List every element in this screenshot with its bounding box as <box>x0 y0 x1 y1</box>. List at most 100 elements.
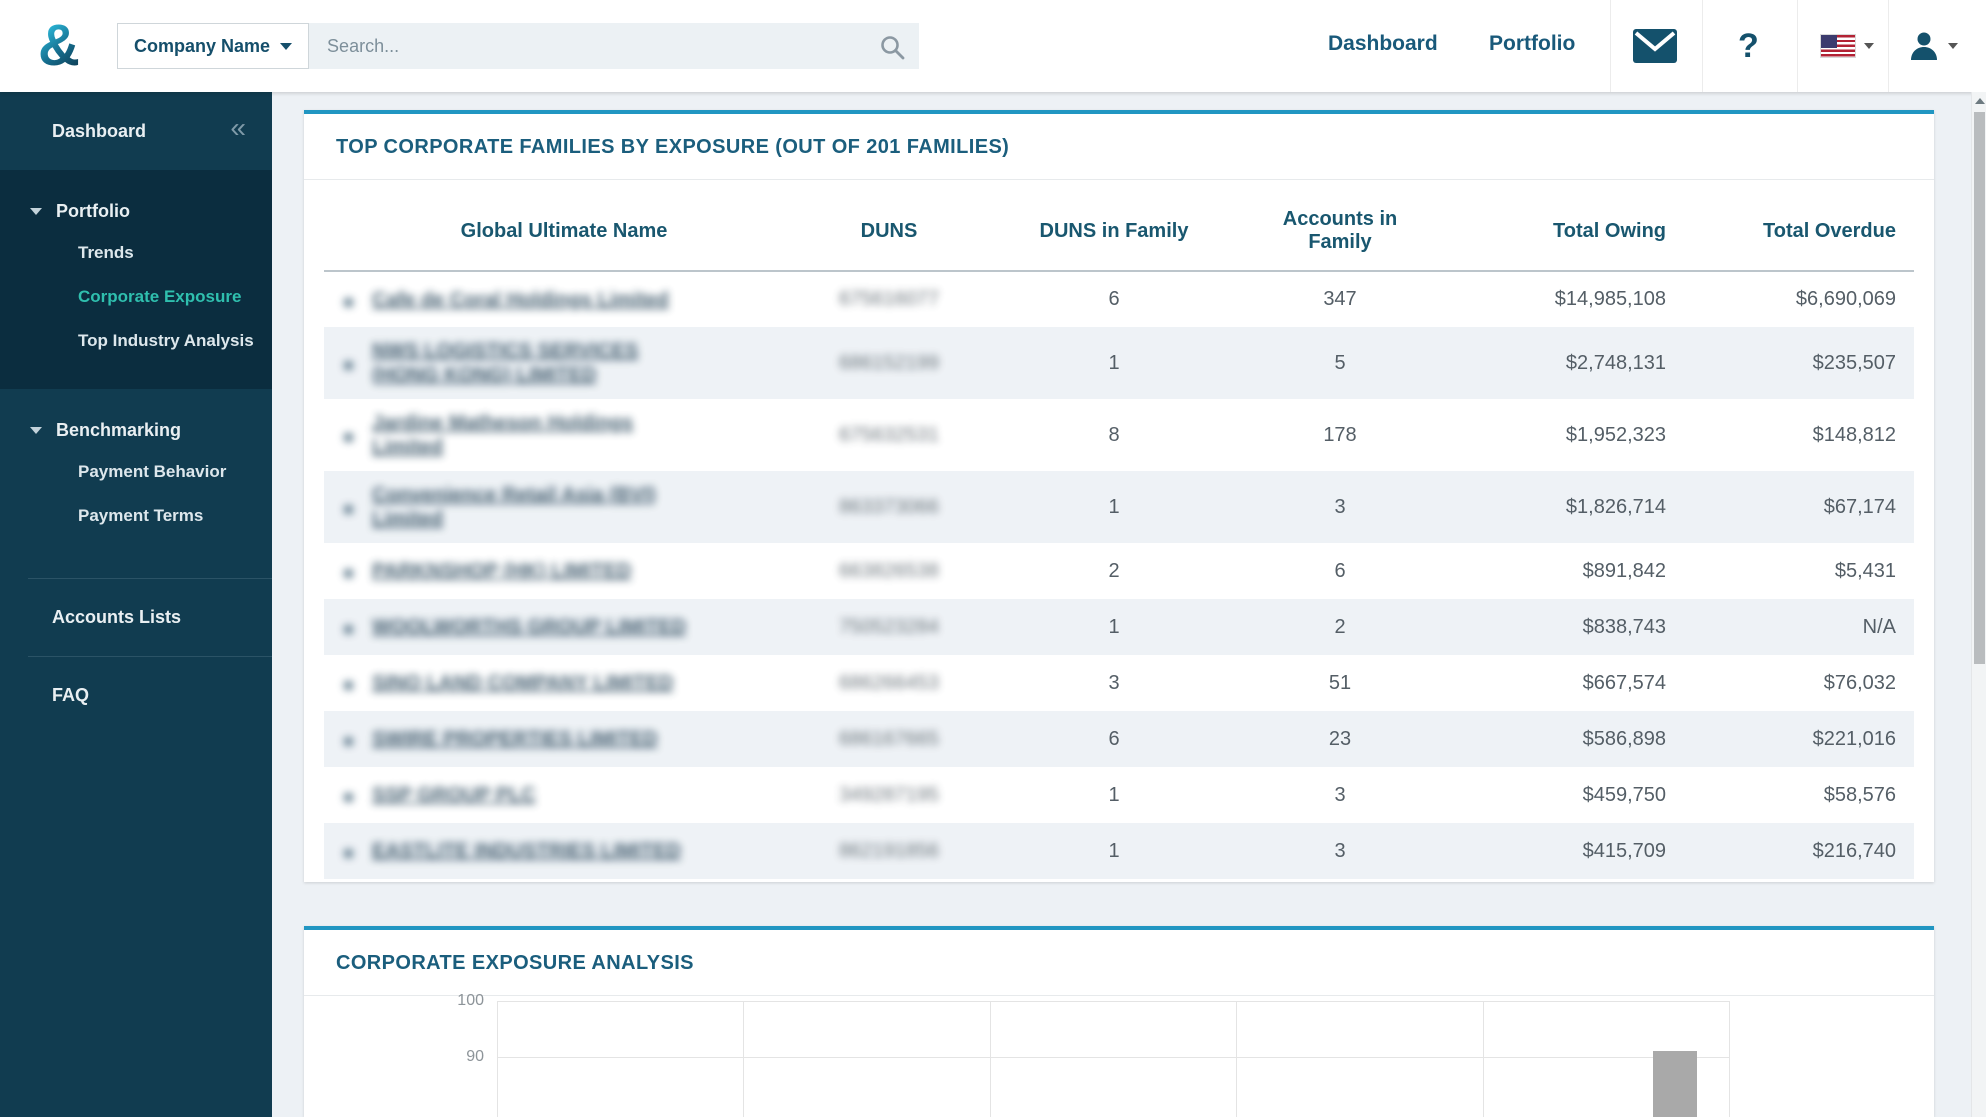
accounts-in-family-value: 347 <box>1323 288 1357 310</box>
brand-ampersand-logo[interactable]: & <box>26 8 92 84</box>
scroll-up-arrow[interactable] <box>1972 92 1986 110</box>
duns-value: 686266453 <box>838 671 940 694</box>
scrollbar-thumb[interactable] <box>1974 112 1985 664</box>
expand-row-icon[interactable] <box>344 297 353 307</box>
topnav-portfolio-link[interactable]: Portfolio <box>1489 32 1575 56</box>
vertical-scrollbar[interactable] <box>1971 92 1986 1117</box>
total-owing-value: $891,842 <box>1582 559 1666 582</box>
sidebar-item-faq[interactable]: FAQ <box>0 671 272 720</box>
topnav-dashboard-link[interactable]: Dashboard <box>1328 32 1438 56</box>
col-total-overdue[interactable]: Total Overdue <box>1666 180 1914 272</box>
sidebar-item-portfolio[interactable]: Portfolio <box>0 192 272 231</box>
table-row: Cafe de Coral Holdings Limited 675616077 6… <box>324 271 1914 327</box>
total-owing-value: $459,750 <box>1582 783 1666 806</box>
sidebar-item-dashboard[interactable]: Dashboard « <box>0 92 272 170</box>
duns-in-family-value: 1 <box>1108 351 1120 374</box>
duns-in-family-value: 1 <box>1108 839 1120 862</box>
col-duns-in-family[interactable]: DUNS in Family <box>974 180 1254 272</box>
expand-row-icon[interactable] <box>344 433 353 442</box>
company-name-link[interactable]: Jardine Matheson Holdings Limited <box>372 411 633 459</box>
total-owing-value: $415,709 <box>1582 839 1666 862</box>
user-menu[interactable] <box>1908 0 1958 92</box>
search-category-label: Company Name <box>134 35 271 56</box>
duns-value: 675632531 <box>838 423 940 446</box>
v-gridline <box>1236 1001 1238 1117</box>
company-name-link[interactable]: PARKNSHOP (HK) LIMITED <box>372 559 631 583</box>
sidebar-item-corporate-exposure[interactable]: Corporate Exposure <box>78 275 272 319</box>
help-button[interactable]: ? <box>1738 0 1759 92</box>
sidebar-item-top-industry-analysis[interactable]: Top Industry Analysis <box>78 319 272 363</box>
mail-button[interactable] <box>1632 0 1678 92</box>
table-header-row: Global Ultimate Name DUNS DUNS in Family… <box>324 180 1914 272</box>
col-duns[interactable]: DUNS <box>804 180 974 272</box>
sidebar-item-benchmarking[interactable]: Benchmarking <box>0 411 272 450</box>
accounts-in-family-value: 2 <box>1334 615 1346 638</box>
duns-in-family-value: 8 <box>1108 423 1120 446</box>
sidebar-divider <box>28 578 272 579</box>
total-overdue-value: $58,576 <box>1823 783 1896 806</box>
h-gridline <box>497 1001 1729 1002</box>
search-input[interactable] <box>309 23 920 69</box>
company-name-link[interactable]: SSP GROUP PLC <box>372 783 536 807</box>
company-name-link[interactable]: EASTLITE INDUSTRIES LIMITED <box>372 839 681 863</box>
col-global-ultimate-name[interactable]: Global Ultimate Name <box>324 180 804 272</box>
expand-row-icon[interactable] <box>344 681 353 690</box>
company-name-link[interactable]: SINO LAND COMPANY LIMITED <box>372 671 673 695</box>
sidebar-divider <box>28 656 272 657</box>
exposure-analysis-chart: 100 90 <box>304 992 1934 1117</box>
chart-bar[interactable] <box>1653 1051 1697 1117</box>
sidebar-collapse-icon[interactable]: « <box>230 114 246 142</box>
sidebar-item-accounts-lists[interactable]: Accounts Lists <box>0 593 272 642</box>
company-name-link[interactable]: SWIRE PROPERTIES LIMITED <box>372 727 658 751</box>
expand-row-icon[interactable] <box>344 737 353 746</box>
company-name-link[interactable]: Convenience Retail Asia (BVI) Limited <box>372 483 656 531</box>
duns-value: 349287195 <box>838 783 940 806</box>
accounts-in-family-value: 6 <box>1334 559 1346 582</box>
expand-row-icon[interactable] <box>344 505 353 514</box>
expand-row-icon[interactable] <box>344 569 353 578</box>
y-axis-tick-label: 90 <box>466 1048 484 1065</box>
total-overdue-value: $148,812 <box>1812 423 1896 446</box>
chevron-down-icon <box>1864 43 1874 49</box>
search-category-dropdown[interactable]: Company Name <box>117 23 310 69</box>
accounts-in-family-value: 51 <box>1328 671 1352 694</box>
sidebar: Dashboard « Portfolio Trends Corporate E… <box>0 92 272 1117</box>
company-name-link[interactable]: WOOLWORTHS GROUP LIMITED <box>372 615 686 639</box>
col-accounts-in-family[interactable]: Accounts in Family <box>1254 180 1426 272</box>
expand-row-icon[interactable] <box>344 625 353 634</box>
search-icon[interactable] <box>879 34 905 60</box>
col-total-owing[interactable]: Total Owing <box>1426 180 1666 272</box>
accounts-in-family-value: 5 <box>1334 351 1346 374</box>
total-owing-value: $1,826,714 <box>1565 495 1666 518</box>
duns-value: 663826538 <box>838 559 940 582</box>
table-row: EASTLITE INDUSTRIES LIMITED 862191856 1 3 $4… <box>324 823 1914 879</box>
sidebar-item-payment-behavior[interactable]: Payment Behavior <box>78 450 272 494</box>
duns-in-family-value: 6 <box>1108 727 1120 750</box>
top-bar: & Company Name Dashboard Portfolio ? <box>0 0 1986 92</box>
company-name-link[interactable]: NWS LOGISTICS SERVICES (HONG KONG) LIMITE… <box>372 339 638 387</box>
total-owing-value: $667,574 <box>1582 671 1666 694</box>
accounts-in-family-value: 3 <box>1334 495 1346 518</box>
company-name-link[interactable]: Cafe de Coral Holdings Limited <box>372 288 669 312</box>
table-row: NWS LOGISTICS SERVICES (HONG KONG) LIMITE… <box>324 327 1914 399</box>
accounts-in-family-value: 23 <box>1328 727 1352 750</box>
total-overdue-value: $76,032 <box>1823 671 1896 694</box>
table-row: WOOLWORTHS GROUP LIMITED 750523284 1 2 $838,… <box>324 599 1914 655</box>
expand-row-icon[interactable] <box>344 849 353 858</box>
accounts-in-family-value: 3 <box>1334 839 1346 862</box>
topbar-divider <box>1702 0 1703 92</box>
v-gridline <box>743 1001 745 1117</box>
chevron-down-icon <box>1948 43 1958 49</box>
language-selector[interactable] <box>1820 0 1874 92</box>
sidebar-item-payment-terms[interactable]: Payment Terms <box>78 494 272 538</box>
expand-row-icon[interactable] <box>344 793 353 802</box>
table-row: Convenience Retail Asia (BVI) Limited 8633… <box>324 471 1914 543</box>
expand-row-icon[interactable] <box>344 361 353 370</box>
chevron-down-icon <box>30 427 42 434</box>
user-icon <box>1911 32 1937 60</box>
sidebar-item-trends[interactable]: Trends <box>78 231 272 275</box>
sidebar-group-portfolio: Portfolio Trends Corporate Exposure Top … <box>0 170 272 389</box>
h-gridline <box>497 1057 1729 1058</box>
duns-in-family-value: 6 <box>1108 288 1120 310</box>
topbar-divider <box>1888 0 1889 92</box>
